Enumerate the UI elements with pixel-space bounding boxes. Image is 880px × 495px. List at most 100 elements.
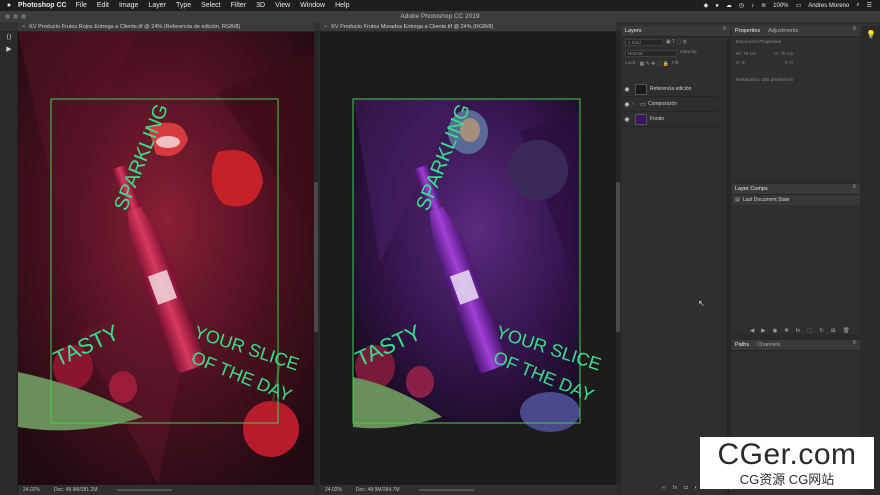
- left-canvas[interactable]: SPARKLING TASTY YOUR SLICE OF THE DAY: [18, 32, 314, 485]
- apply-visibility-icon[interactable]: ◉: [772, 328, 777, 334]
- zoom-window-icon[interactable]: [21, 14, 26, 19]
- cloud-icon[interactable]: ☁: [726, 2, 732, 9]
- lock-icons[interactable]: ▦ ✎ ✥ ⬚ 🔒: [639, 61, 669, 67]
- user-name[interactable]: Andres Moreno: [808, 3, 849, 9]
- visibility-eye-icon[interactable]: ◉: [622, 101, 632, 108]
- search-icon[interactable]: ⌕: [856, 2, 859, 9]
- panel-menu-icon[interactable]: ≡: [852, 26, 856, 32]
- right-doc-info[interactable]: Doc: 48.9M/284.7M: [356, 487, 400, 493]
- link-icon[interactable]: ∞: [662, 485, 666, 491]
- collapse-tools-icon[interactable]: ⟨⟩: [0, 32, 18, 44]
- filter-icons[interactable]: ▣ T ⬚ ◍: [666, 39, 687, 46]
- lock-label: Lock:: [625, 61, 637, 66]
- panel-menu-icon[interactable]: ≡: [722, 26, 726, 32]
- menu-file[interactable]: File: [76, 2, 87, 9]
- layer-name: Fondo: [650, 116, 665, 122]
- menu-view[interactable]: View: [275, 2, 290, 9]
- close-tab-icon[interactable]: ×: [324, 24, 327, 30]
- tools-panel: ⟨⟩ ▶: [0, 32, 18, 495]
- layers-panel-header: Layers ≡: [622, 26, 730, 37]
- layer-comp-item[interactable]: ▤ Last Document State: [732, 195, 860, 205]
- menu-filter[interactable]: Filter: [231, 2, 247, 9]
- layer-filter-select[interactable]: ⌕ Kind: [625, 39, 663, 46]
- fx-icon[interactable]: fx: [673, 485, 677, 491]
- next-comp-icon[interactable]: ▶: [761, 328, 765, 334]
- time-machine-icon[interactable]: ◷: [739, 2, 744, 9]
- x-value[interactable]: X: 0: [736, 61, 745, 66]
- apply-smart-object-icon[interactable]: ⬚: [807, 328, 812, 334]
- tab-paths[interactable]: Paths: [735, 342, 749, 348]
- prev-comp-icon[interactable]: ◀: [750, 328, 754, 334]
- delete-comp-icon[interactable]: 🗑: [843, 328, 850, 334]
- layer-row[interactable]: ◉ Fondo: [622, 112, 718, 127]
- tab-layers[interactable]: Layers: [625, 28, 642, 34]
- width-value[interactable]: W: 70 cm: [736, 52, 756, 57]
- comp-doc-icon: ▤: [735, 197, 740, 203]
- height-value[interactable]: H: 70 cm: [774, 52, 793, 57]
- layers-lock-row: Lock: ▦ ✎ ✥ ⬚ 🔒 Fill:: [622, 59, 730, 69]
- menu-layer[interactable]: Layer: [148, 2, 166, 9]
- left-hscroll[interactable]: [116, 488, 172, 491]
- doc-props-title: Document Properties: [736, 40, 782, 45]
- dropbox-icon[interactable]: ◆: [704, 2, 709, 9]
- menu-help[interactable]: Help: [335, 2, 349, 9]
- right-hscroll[interactable]: [418, 488, 474, 491]
- tab-adjustments[interactable]: Adjustments: [768, 28, 798, 34]
- wifi-icon[interactable]: ≋: [761, 2, 766, 9]
- visibility-eye-icon[interactable]: ◉: [622, 86, 632, 93]
- cherry: [243, 401, 299, 457]
- menu-bar: ● Photoshop CC File Edit Image Layer Typ…: [0, 0, 880, 11]
- layers-scrollbar[interactable]: [727, 37, 730, 494]
- left-doc-info[interactable]: Doc: 48.9M/281.2M: [54, 487, 98, 493]
- layer-row[interactable]: ◉ Referencia edición: [622, 82, 718, 97]
- layer-row[interactable]: ◉ › ▭ Composición: [622, 97, 718, 112]
- left-zoom-level[interactable]: 24.02%: [23, 487, 40, 493]
- app-name[interactable]: Photoshop CC: [18, 2, 67, 9]
- sound-icon[interactable]: ♪: [751, 3, 754, 9]
- menu-select[interactable]: Select: [201, 2, 220, 9]
- menu-image[interactable]: Image: [119, 2, 138, 9]
- battery-text[interactable]: 100%: [773, 3, 788, 9]
- apply-appearance-icon[interactable]: fx: [796, 328, 800, 334]
- right-zoom-level[interactable]: 24.02%: [325, 487, 342, 493]
- left-artwork: SPARKLING TASTY YOUR SLICE OF THE DAY: [18, 32, 314, 485]
- window-title-bar: Adobe Photoshop CC 2019: [0, 11, 880, 22]
- close-tab-icon[interactable]: ×: [22, 24, 25, 30]
- battery-icon[interactable]: ▭: [796, 2, 802, 9]
- right-canvas[interactable]: SPARKLING TASTY YOUR SLICE OF THE DAY: [320, 32, 616, 485]
- right-vertical-scrollbar[interactable]: [616, 32, 620, 485]
- fill-label: Fill:: [672, 61, 680, 66]
- apply-position-icon[interactable]: ✥: [784, 328, 789, 334]
- tab-properties[interactable]: Properties: [735, 28, 760, 34]
- visibility-eye-icon[interactable]: ◉: [622, 116, 632, 123]
- tab-layer-comps[interactable]: Layer Comps: [735, 186, 768, 192]
- record-icon[interactable]: ●: [715, 3, 719, 9]
- play-icon[interactable]: ▶: [0, 44, 18, 56]
- panel-menu-icon[interactable]: ≡: [852, 184, 856, 190]
- new-comp-icon[interactable]: ⊞: [831, 328, 836, 334]
- menu-type[interactable]: Type: [176, 2, 191, 9]
- left-document-tab[interactable]: × KV Producto Frutos Rojos Entrega a Clie…: [18, 22, 314, 32]
- left-vertical-scrollbar[interactable]: [314, 32, 318, 485]
- right-document-tab[interactable]: × KV Producto Frutos Morados Entrega a Cl…: [320, 22, 616, 32]
- panel-menu-icon[interactable]: ≡: [852, 340, 856, 346]
- blend-mode-select[interactable]: Normal: [625, 50, 677, 57]
- minimize-window-icon[interactable]: [13, 14, 18, 19]
- adjustment-icon[interactable]: ◐: [695, 485, 698, 491]
- menu-3d[interactable]: 3D: [256, 2, 265, 9]
- right-scroll-thumb[interactable]: [616, 182, 620, 332]
- list-icon[interactable]: ☰: [867, 2, 872, 9]
- lightbulb-icon[interactable]: 💡: [862, 30, 880, 39]
- update-comp-icon[interactable]: ↻: [819, 328, 824, 334]
- close-window-icon[interactable]: [5, 14, 10, 19]
- left-scroll-thumb[interactable]: [314, 182, 318, 332]
- y-value[interactable]: Y: 0: [785, 61, 793, 66]
- menu-edit[interactable]: Edit: [97, 2, 109, 9]
- tab-channels[interactable]: Channels: [757, 342, 780, 348]
- apple-icon[interactable]: ●: [0, 2, 18, 9]
- watermark-line1: CGer.com: [717, 438, 857, 471]
- right-tab-title: KV Producto Frutos Morados Entrega a Cli…: [331, 24, 494, 30]
- menu-window[interactable]: Window: [300, 2, 325, 9]
- mask-icon[interactable]: ◘: [684, 485, 687, 491]
- expand-chevron-icon[interactable]: ›: [632, 101, 640, 107]
